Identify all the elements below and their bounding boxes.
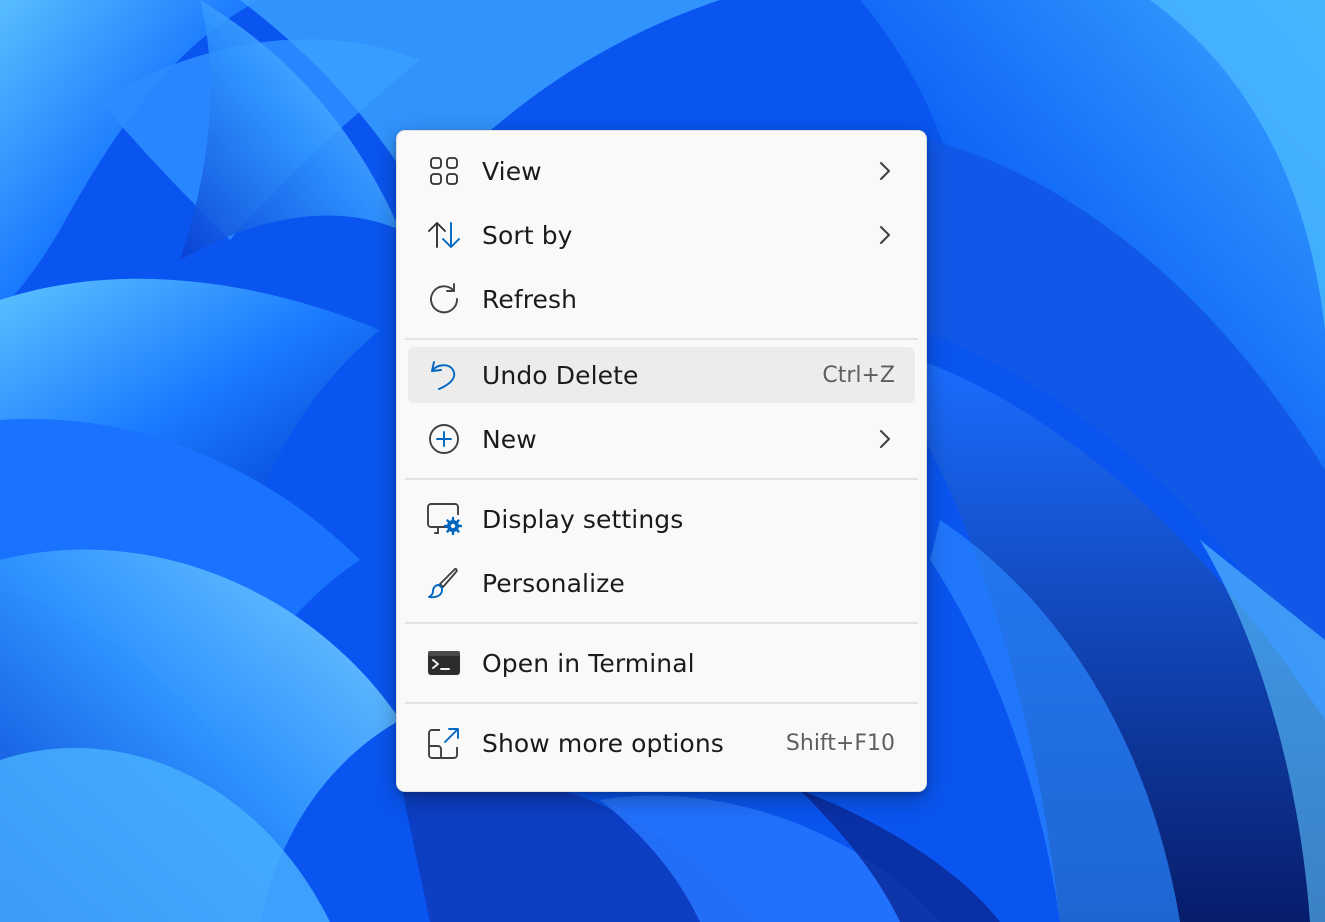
menu-item-label: Show more options xyxy=(482,728,724,758)
keyboard-shortcut: Shift+F10 xyxy=(785,730,895,756)
menu-separator xyxy=(405,338,918,340)
chevron-right-icon xyxy=(873,159,897,183)
menu-item-view[interactable]: View xyxy=(408,139,915,203)
desktop-context-menu: View Sort by Refresh Undo Delete Ctrl+Z … xyxy=(396,130,927,792)
menu-item-sort-by[interactable]: Sort by xyxy=(408,203,915,267)
sort-arrows-icon xyxy=(426,217,462,253)
chevron-right-icon xyxy=(873,223,897,247)
menu-item-label: New xyxy=(482,424,537,454)
menu-item-label: Undo Delete xyxy=(482,360,639,390)
menu-item-open-in-terminal[interactable]: Open in Terminal xyxy=(408,631,915,695)
refresh-icon xyxy=(426,281,462,317)
paintbrush-icon xyxy=(426,565,462,601)
add-circle-icon xyxy=(426,421,462,457)
menu-item-label: Open in Terminal xyxy=(482,648,695,678)
menu-item-new[interactable]: New xyxy=(408,407,915,471)
menu-item-display-settings[interactable]: Display settings xyxy=(408,487,915,551)
menu-separator xyxy=(405,622,918,624)
menu-item-personalize[interactable]: Personalize xyxy=(408,551,915,615)
menu-item-undo-delete[interactable]: Undo Delete Ctrl+Z xyxy=(408,347,915,403)
menu-separator xyxy=(405,478,918,480)
menu-item-refresh[interactable]: Refresh xyxy=(408,267,915,331)
menu-item-label: Refresh xyxy=(482,284,578,314)
display-settings-icon xyxy=(426,501,462,537)
menu-item-label: Sort by xyxy=(482,220,573,250)
view-grid-icon xyxy=(426,153,462,189)
menu-item-show-more-options[interactable]: Show more options Shift+F10 xyxy=(408,711,915,775)
keyboard-shortcut: Ctrl+Z xyxy=(822,362,895,388)
show-more-options-icon xyxy=(426,725,462,761)
terminal-icon xyxy=(426,645,462,681)
desktop-wallpaper[interactable]: View Sort by Refresh Undo Delete Ctrl+Z … xyxy=(0,0,1325,922)
menu-item-label: View xyxy=(482,156,542,186)
menu-item-label: Display settings xyxy=(482,504,684,534)
menu-separator xyxy=(405,702,918,704)
chevron-right-icon xyxy=(873,427,897,451)
menu-item-label: Personalize xyxy=(482,568,625,598)
undo-icon xyxy=(426,357,462,393)
